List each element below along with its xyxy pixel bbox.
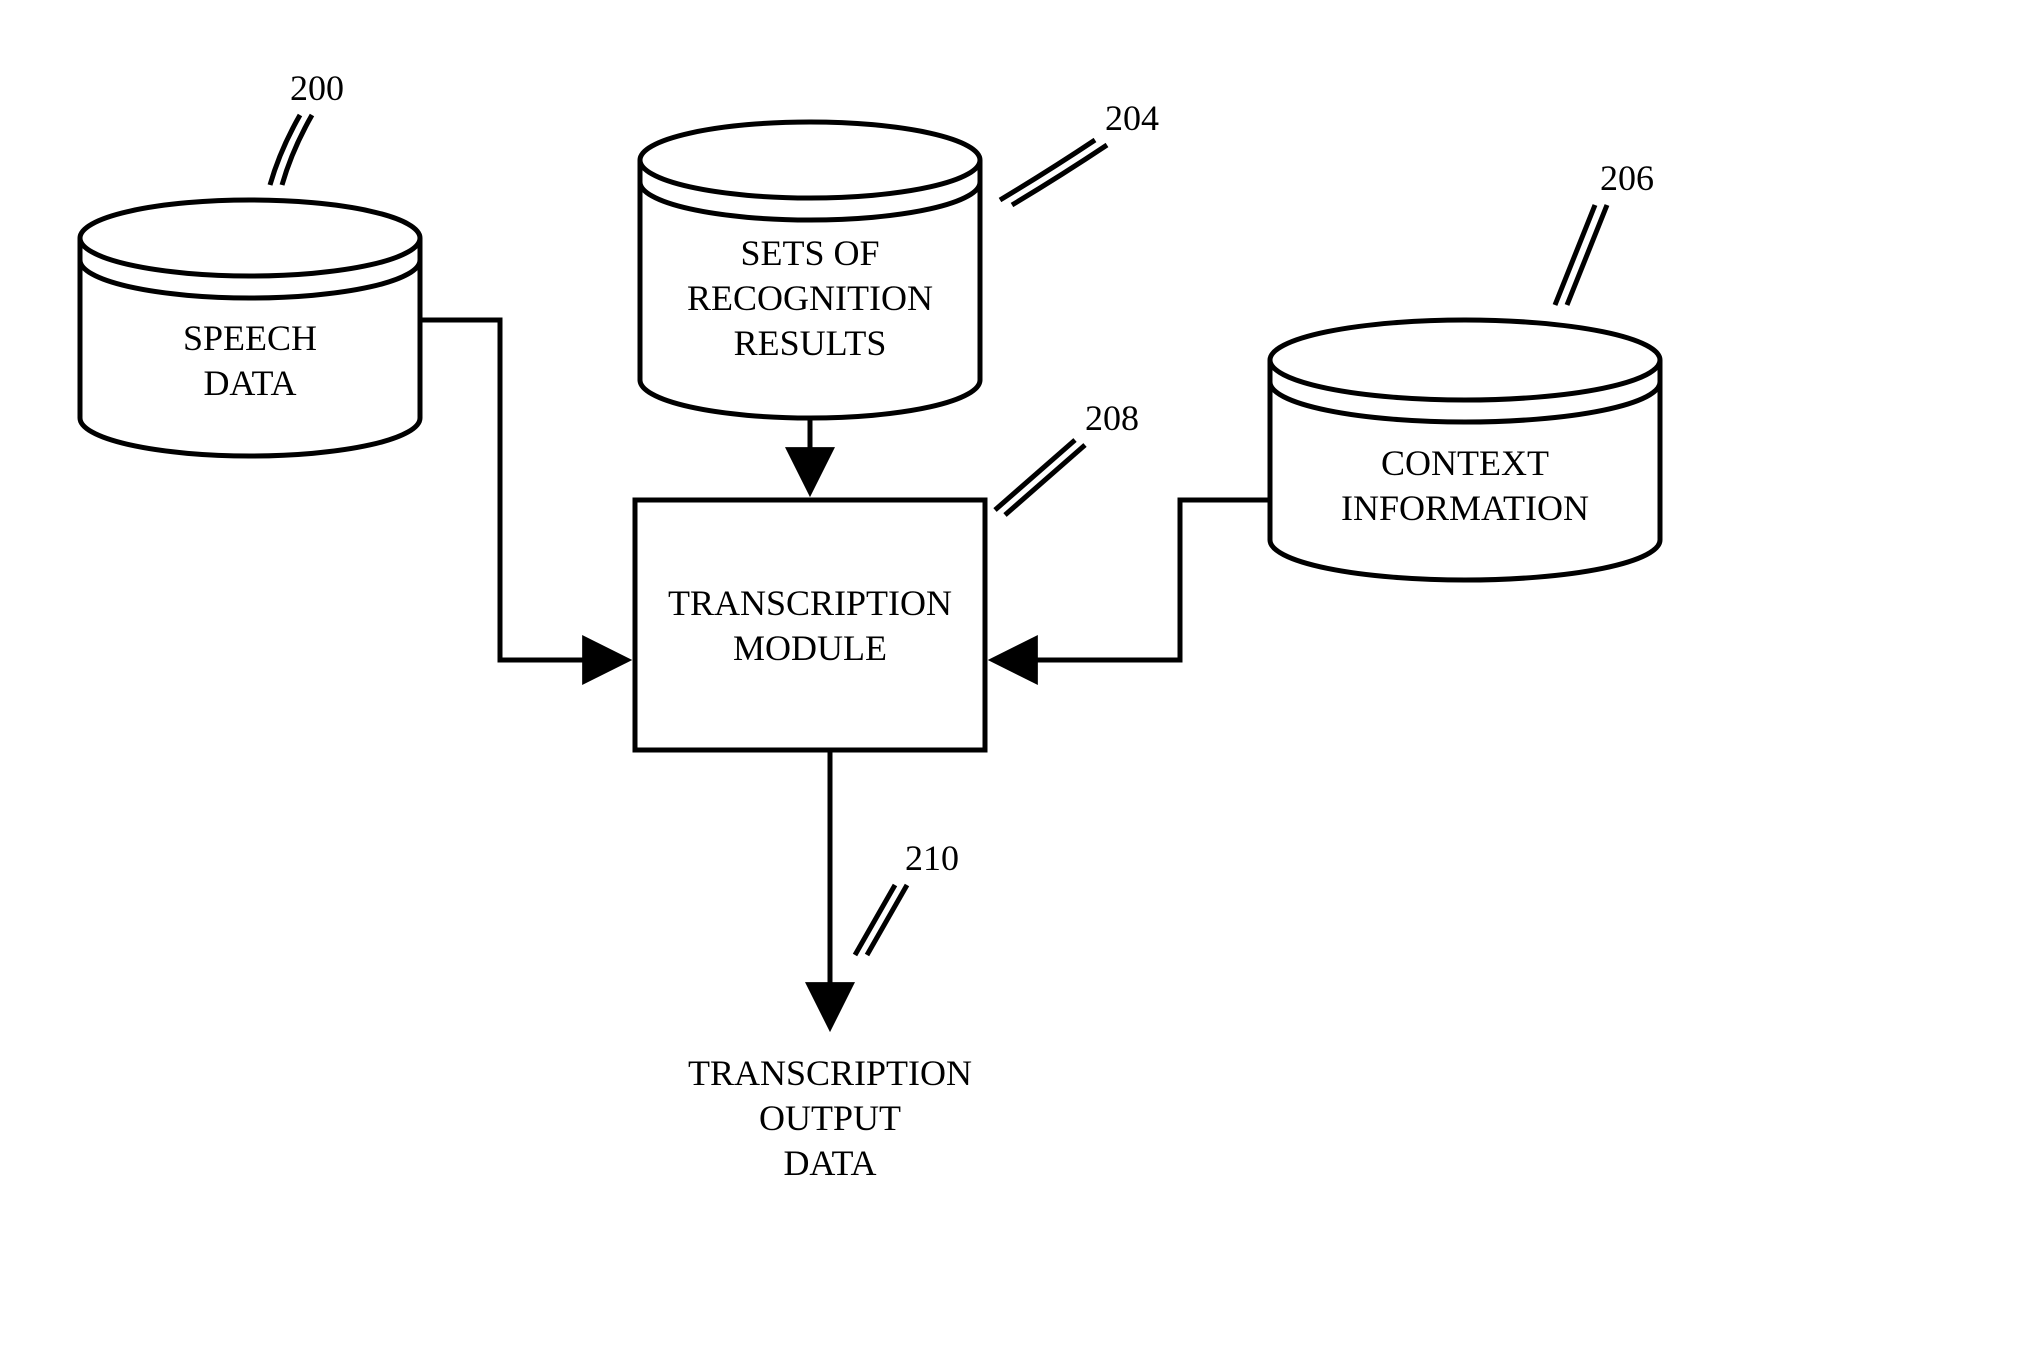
transcription-module-box: TRANSCRIPTION MODULE: [635, 500, 985, 750]
ref-210: 210: [855, 838, 959, 955]
context-label-2: INFORMATION: [1341, 488, 1589, 528]
output-label-1: TRANSCRIPTION: [688, 1053, 972, 1093]
transcription-output-label-group: TRANSCRIPTION OUTPUT DATA: [688, 1053, 972, 1183]
recog-label-1: SETS OF: [740, 233, 879, 273]
speech-data-label-2: DATA: [203, 363, 296, 403]
context-information-cylinder: CONTEXT INFORMATION: [1270, 320, 1660, 580]
recog-label-2: RECOGNITION: [687, 278, 933, 318]
svg-text:204: 204: [1105, 98, 1159, 138]
svg-text:208: 208: [1085, 398, 1139, 438]
speech-data-cylinder: SPEECH DATA: [80, 200, 420, 456]
ref-200: 200: [270, 68, 344, 185]
context-label-1: CONTEXT: [1381, 443, 1549, 483]
module-label-2: MODULE: [733, 628, 887, 668]
ref-208: 208: [995, 398, 1139, 515]
ref-206: 206: [1555, 158, 1654, 305]
arrow-context-to-module: [995, 500, 1270, 660]
svg-text:210: 210: [905, 838, 959, 878]
svg-text:200: 200: [290, 68, 344, 108]
recog-label-3: RESULTS: [734, 323, 887, 363]
speech-data-label-1: SPEECH: [183, 318, 317, 358]
module-label-1: TRANSCRIPTION: [668, 583, 952, 623]
ref-204: 204: [1000, 98, 1159, 205]
svg-text:206: 206: [1600, 158, 1654, 198]
recognition-results-cylinder: SETS OF RECOGNITION RESULTS: [640, 122, 980, 418]
arrow-speech-to-module: [420, 320, 625, 660]
output-label-2: OUTPUT: [759, 1098, 901, 1138]
output-label-3: DATA: [783, 1143, 876, 1183]
